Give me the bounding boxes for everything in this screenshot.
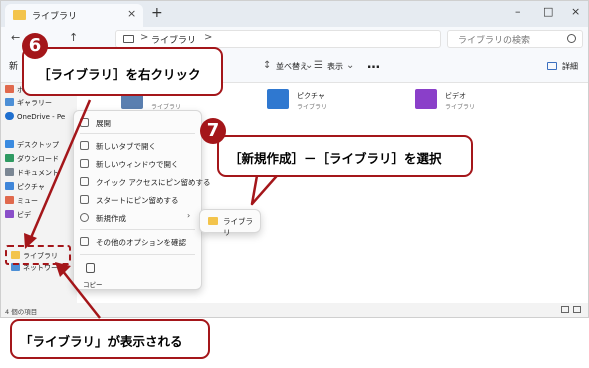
sidebar-item-music[interactable]: ミュー [5,196,38,206]
callout-step7: ［新規作成］－［ライブラリ］を選択 [217,135,473,177]
music-icon [5,196,14,204]
context-menu: 展開 新しいタブで開く 新しいウィンドウで開く クイック アクセスにピン留めする… [73,110,211,290]
callout-text: ［新規作成］－［ライブラリ］を選択 [229,151,442,166]
new-submenu: ライブラリ [199,209,261,237]
view-icon: ☰ [314,60,323,71]
callout-step6: ［ライブラリ］を右クリック [22,47,223,96]
library-icon [208,217,218,225]
gallery-icon [5,98,14,106]
sort-button[interactable]: 並べ替え [276,61,308,72]
expand-icon [80,118,89,127]
new-icon [80,213,89,222]
library-name: ビデオ [445,92,466,100]
menu-item-new[interactable]: 新規作成 [80,212,197,226]
tab-bar: ライブラリ × + – □ × [1,1,588,27]
details-button[interactable]: 詳細 [562,61,578,72]
new-tab-button[interactable]: + [151,5,163,21]
pin-icon [80,177,89,186]
maximize-button[interactable]: □ [543,5,553,18]
more-button[interactable]: … [367,57,380,72]
search-input[interactable]: ライブラリの検索 [447,30,583,48]
new-tab-icon [80,141,89,150]
new-button[interactable]: 新 [9,59,18,72]
documents-icon [5,168,14,176]
pin-start-icon [80,195,89,204]
sidebar-item-onedrive[interactable]: OneDrive - Pe [5,112,65,121]
library-pictures[interactable]: ピクチャ ライブラリ [267,89,357,113]
menu-divider [80,229,195,230]
library-type: ライブラリ [297,104,328,111]
more-options-icon [80,237,89,246]
minimize-button[interactable]: – [515,5,521,18]
library-highlight [5,245,71,265]
details-pane-icon [547,62,557,70]
callout-result: 「ライブラリ」が表示される [10,319,210,359]
sidebar-item-videos[interactable]: ビデ [5,210,31,220]
tiles-view-icon[interactable] [573,306,581,313]
status-item-count: 4 個の項目 [5,308,38,316]
chevron-down-icon: ⌄ [305,60,314,71]
callout-text: 「ライブラリ」が表示される [20,334,183,349]
navigation-pane: ホ ギャラリー OneDrive - Pe デスクトップ ダウンロード ドキュメ… [1,83,77,303]
breadcrumb-separator: > [204,32,213,43]
back-button[interactable]: ← [11,31,20,44]
library-type: ライブラリ [445,104,476,111]
onedrive-icon [5,112,14,120]
copy-label: コピー [83,281,103,289]
sidebar-item-downloads[interactable]: ダウンロード [5,154,59,164]
tab-library[interactable]: ライブラリ × [5,4,143,27]
menu-divider [80,254,195,255]
tab-label: ライブラリ [32,12,78,22]
step-badge-7: 7 [200,118,226,144]
screenshot: { "window": { "tab_title": "ライブラリ", "tab… [0,0,589,368]
sidebar-item-gallery[interactable]: ギャラリー [5,98,52,108]
new-window-icon [80,159,89,168]
pictures-icon [5,182,14,190]
step-badge-6: 6 [22,33,48,59]
home-icon [5,85,14,93]
tab-close-icon[interactable]: × [127,7,136,20]
menu-divider [80,133,195,134]
pictures-library-icon [267,89,289,109]
videos-library-icon [415,89,437,109]
up-button[interactable]: ↑ [69,31,78,44]
search-placeholder: ライブラリの検索 [458,36,531,46]
sidebar-item-documents[interactable]: ドキュメント [5,168,59,178]
chevron-down-icon: ⌄ [346,60,355,71]
desktop-icon [5,140,14,148]
videos-icon [5,210,14,218]
breadcrumb-separator: > [140,32,149,43]
sidebar-item-desktop[interactable]: デスクトップ [5,140,59,150]
submenu-item-library[interactable]: ライブラリ [223,216,260,238]
library-name: ピクチャ [297,92,325,100]
sort-icon: ↕ [263,60,272,71]
close-button[interactable]: × [571,5,580,18]
library-videos[interactable]: ビデオ ライブラリ [415,89,505,113]
search-icon [567,34,576,43]
copy-icon[interactable] [86,263,95,273]
submenu-arrow-icon: › [187,211,191,220]
folder-icon [13,10,26,20]
download-icon [5,154,14,162]
breadcrumb-library[interactable]: ライブラリ [151,33,196,46]
sidebar-item-pictures[interactable]: ピクチャ [5,182,45,192]
this-pc-icon [123,35,134,43]
details-view-icon[interactable] [561,306,569,313]
view-button[interactable]: 表示 [327,61,343,72]
callout-text: ［ライブラリ］を右クリック [38,67,201,82]
address-field[interactable]: > ライブラリ > [115,30,441,48]
